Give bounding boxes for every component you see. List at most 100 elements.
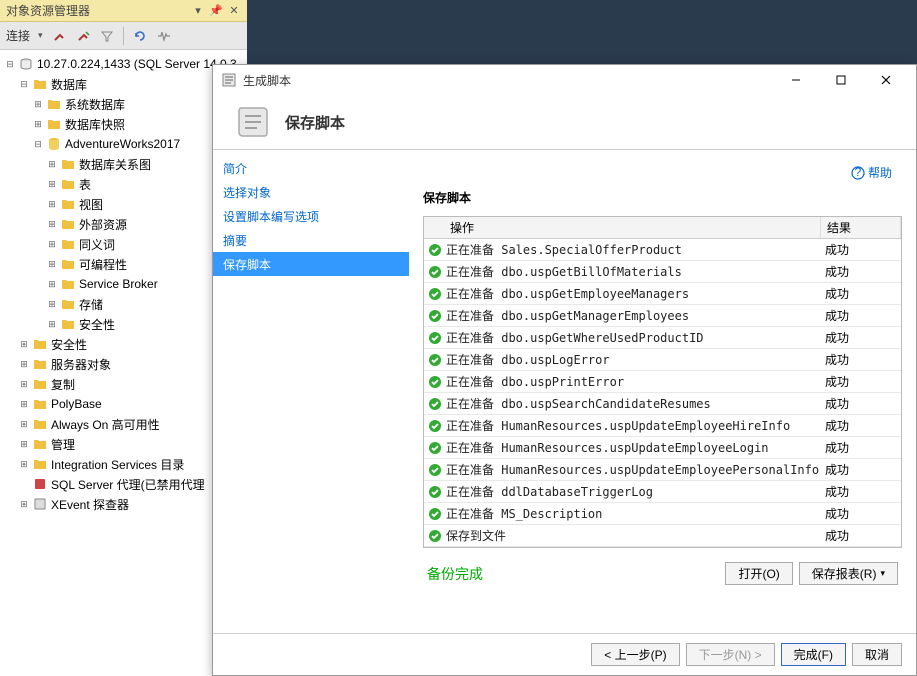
expander-icon[interactable]: ⊟ xyxy=(32,138,44,150)
expander-icon[interactable]: ⊞ xyxy=(18,378,30,390)
tables-node[interactable]: ⊞表 xyxy=(0,174,247,194)
expander-icon[interactable]: ⊞ xyxy=(18,338,30,350)
object-tree[interactable]: ⊟10.27.0.224,1433 (SQL Server 14.0.3 ⊟数据… xyxy=(0,50,247,676)
connect-label[interactable]: 连接 xyxy=(6,27,30,44)
views-node[interactable]: ⊞视图 xyxy=(0,194,247,214)
dialog-main: ?帮助 保存脚本 操作 结果 正在准备 Sales.SpecialOfferPr… xyxy=(409,150,916,633)
result-text: 成功 xyxy=(821,351,901,368)
cancel-button[interactable]: 取消 xyxy=(852,643,902,666)
col-operation[interactable]: 操作 xyxy=(424,217,821,238)
replication-node[interactable]: ⊞复制 xyxy=(0,374,247,394)
sidebar-item-save[interactable]: 保存脚本 xyxy=(213,252,409,276)
connect-icon[interactable] xyxy=(51,28,67,44)
expander-icon[interactable]: ⊞ xyxy=(46,178,58,190)
maximize-button[interactable] xyxy=(818,66,863,94)
grid-row[interactable]: 正在准备 Sales.SpecialOfferProduct成功 xyxy=(424,239,901,261)
expander-icon[interactable]: ⊞ xyxy=(18,418,30,430)
dialog-titlebar[interactable]: 生成脚本 xyxy=(213,65,916,95)
expander-icon[interactable]: ⊟ xyxy=(18,78,30,90)
pin-icon[interactable]: 📌 xyxy=(209,4,223,18)
grid-row[interactable]: 正在准备 HumanResources.uspUpdateEmployeePer… xyxy=(424,459,901,481)
expander-icon[interactable]: ⊟ xyxy=(4,58,16,70)
agent-node[interactable]: ⊞SQL Server 代理(已禁用代理 xyxy=(0,474,247,494)
folder-icon xyxy=(60,276,76,292)
grid-row[interactable]: 正在准备 dbo.uspPrintError成功 xyxy=(424,371,901,393)
synonyms-node[interactable]: ⊞同义词 xyxy=(0,234,247,254)
security-node[interactable]: ⊞安全性 xyxy=(0,334,247,354)
op-text: 正在准备 HumanResources.uspUpdateEmployeeHir… xyxy=(446,417,821,434)
polybase-node[interactable]: ⊞PolyBase xyxy=(0,394,247,414)
close-button[interactable] xyxy=(863,66,908,94)
grid-row[interactable]: 正在准备 dbo.uspSearchCandidateResumes成功 xyxy=(424,393,901,415)
extres-node[interactable]: ⊞外部资源 xyxy=(0,214,247,234)
expander-icon[interactable]: ⊞ xyxy=(46,318,58,330)
grid-row[interactable]: 正在准备 dbo.uspGetManagerEmployees成功 xyxy=(424,305,901,327)
grid-row[interactable]: 正在准备 dbo.uspLogError成功 xyxy=(424,349,901,371)
sidebar-item-summary[interactable]: 摘要 xyxy=(213,228,409,252)
serverobjects-node[interactable]: ⊞服务器对象 xyxy=(0,354,247,374)
finish-button[interactable]: 完成(F) xyxy=(781,643,846,666)
expander-icon[interactable]: ⊞ xyxy=(46,198,58,210)
success-icon xyxy=(424,353,446,367)
expander-icon[interactable]: ⊞ xyxy=(18,358,30,370)
grid-row[interactable]: 正在准备 MS_Description成功 xyxy=(424,503,901,525)
prev-button[interactable]: < 上一步(P) xyxy=(591,643,679,666)
expander-icon[interactable]: ⊞ xyxy=(18,498,30,510)
expander-icon[interactable]: ⊞ xyxy=(46,158,58,170)
close-icon[interactable]: ✕ xyxy=(227,4,241,18)
folder-icon xyxy=(60,156,76,172)
grid-row[interactable]: 正在准备 dbo.uspGetWhereUsedProductID成功 xyxy=(424,327,901,349)
sidebar-item-intro[interactable]: 简介 xyxy=(213,156,409,180)
folder-icon xyxy=(32,376,48,392)
expander-icon[interactable]: ⊞ xyxy=(18,398,30,410)
minimize-button[interactable] xyxy=(773,66,818,94)
isc-node[interactable]: ⊞Integration Services 目录 xyxy=(0,454,247,474)
help-label: 帮助 xyxy=(868,164,892,181)
servicebroker-node[interactable]: ⊞Service Broker xyxy=(0,274,247,294)
diagrams-node[interactable]: ⊞数据库关系图 xyxy=(0,154,247,174)
grid-row[interactable]: 正在准备 HumanResources.uspUpdateEmployeeHir… xyxy=(424,415,901,437)
grid-row[interactable]: 正在准备 dbo.uspGetBillOfMaterials成功 xyxy=(424,261,901,283)
dropdown-icon[interactable]: ▾ xyxy=(191,4,205,18)
storage-node[interactable]: ⊞存储 xyxy=(0,294,247,314)
snapshots-node[interactable]: ⊞数据库快照 xyxy=(0,114,247,134)
activity-icon[interactable] xyxy=(156,28,172,44)
sidebar-item-options[interactable]: 设置脚本编写选项 xyxy=(213,204,409,228)
alwayson-node[interactable]: ⊞Always On 高可用性 xyxy=(0,414,247,434)
col-result[interactable]: 结果 xyxy=(821,217,901,238)
success-icon xyxy=(424,485,446,499)
expander-icon[interactable]: ⊞ xyxy=(32,98,44,110)
expander-icon[interactable]: ⊞ xyxy=(18,438,30,450)
folder-icon xyxy=(46,96,62,112)
programmability-node[interactable]: ⊞可编程性 xyxy=(0,254,247,274)
help-link[interactable]: ?帮助 xyxy=(851,164,892,181)
grid-body[interactable]: 正在准备 Sales.SpecialOfferProduct成功正在准备 dbo… xyxy=(424,239,901,547)
xevent-node[interactable]: ⊞XEvent 探查器 xyxy=(0,494,247,514)
refresh-icon[interactable] xyxy=(132,28,148,44)
disconnect-icon[interactable] xyxy=(75,28,91,44)
expander-icon[interactable]: ⊞ xyxy=(46,278,58,290)
open-button[interactable]: 打开(O) xyxy=(725,562,792,585)
grid-row[interactable]: 保存到文件成功 xyxy=(424,525,901,547)
databases-node[interactable]: ⊟数据库 xyxy=(0,74,247,94)
connect-dropdown-icon[interactable]: ▾ xyxy=(38,30,43,41)
management-node[interactable]: ⊞管理 xyxy=(0,434,247,454)
expander-icon[interactable]: ⊞ xyxy=(18,458,30,470)
expander-icon[interactable]: ⊞ xyxy=(46,238,58,250)
expander-icon[interactable]: ⊞ xyxy=(32,118,44,130)
filter-icon[interactable] xyxy=(99,28,115,44)
adventureworks-node[interactable]: ⊟AdventureWorks2017 xyxy=(0,134,247,154)
server-node[interactable]: ⊟10.27.0.224,1433 (SQL Server 14.0.3 xyxy=(0,54,247,74)
security-db-node[interactable]: ⊞安全性 xyxy=(0,314,247,334)
result-text: 成功 xyxy=(821,527,901,544)
success-icon xyxy=(424,331,446,345)
sysdb-node[interactable]: ⊞系统数据库 xyxy=(0,94,247,114)
grid-row[interactable]: 正在准备 HumanResources.uspUpdateEmployeeLog… xyxy=(424,437,901,459)
expander-icon[interactable]: ⊞ xyxy=(46,218,58,230)
grid-row[interactable]: 正在准备 ddlDatabaseTriggerLog成功 xyxy=(424,481,901,503)
grid-row[interactable]: 正在准备 dbo.uspGetEmployeeManagers成功 xyxy=(424,283,901,305)
expander-icon[interactable]: ⊞ xyxy=(46,258,58,270)
save-report-button[interactable]: 保存报表(R)▾ xyxy=(799,562,898,585)
sidebar-item-select[interactable]: 选择对象 xyxy=(213,180,409,204)
expander-icon[interactable]: ⊞ xyxy=(46,298,58,310)
